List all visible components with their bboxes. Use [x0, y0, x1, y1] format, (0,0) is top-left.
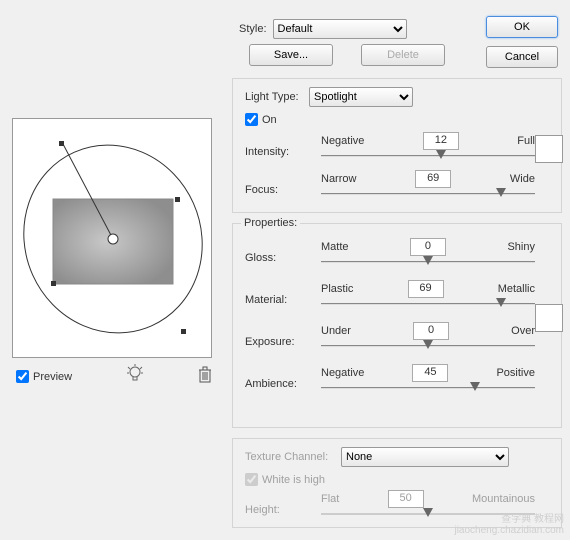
exposure-label: Exposure:	[245, 336, 309, 348]
light-type-label: Light Type:	[245, 91, 309, 103]
cancel-button[interactable]: Cancel	[486, 46, 558, 68]
preview-checkbox[interactable]: Preview	[16, 370, 72, 383]
intensity-slider[interactable]	[321, 152, 535, 160]
light-type-select[interactable]: Spotlight	[309, 87, 413, 107]
style-select[interactable]: Default	[273, 19, 407, 39]
texture-channel-label: Texture Channel:	[245, 451, 341, 463]
exposure-slider[interactable]	[321, 342, 535, 350]
gloss-slider[interactable]	[321, 258, 535, 266]
ok-button[interactable]: OK	[486, 16, 558, 38]
lightbulb-icon[interactable]	[126, 364, 144, 389]
ambience-label: Ambience:	[245, 378, 309, 390]
light-on-checkbox[interactable]: On	[245, 113, 551, 126]
height-label: Height:	[245, 504, 309, 516]
trash-icon[interactable]	[197, 366, 213, 387]
properties-header: Properties:	[241, 217, 300, 229]
delete-button[interactable]: Delete	[361, 44, 445, 66]
material-label: Material:	[245, 294, 309, 306]
ambience-color-swatch[interactable]	[535, 304, 563, 332]
slider-thumb[interactable]	[436, 150, 446, 159]
gloss-label: Gloss:	[245, 252, 309, 264]
material-value[interactable]: 69	[408, 280, 444, 298]
height-value: 50	[388, 490, 424, 508]
focus-slider[interactable]	[321, 190, 535, 198]
light-color-swatch[interactable]	[535, 135, 563, 163]
texture-channel-select[interactable]: None	[341, 447, 509, 467]
exposure-value[interactable]: 0	[413, 322, 449, 340]
preview-label: Preview	[33, 371, 72, 383]
watermark: 查字典 教程网 jiaocheng.chazidian.com	[454, 510, 564, 536]
gloss-value[interactable]: 0	[410, 238, 446, 256]
intensity-value[interactable]: 12	[423, 132, 459, 150]
style-label: Style:	[239, 23, 267, 35]
ambience-slider[interactable]	[321, 384, 535, 392]
ambience-value[interactable]: 45	[412, 364, 448, 382]
focus-value[interactable]: 69	[415, 170, 451, 188]
intensity-label: Intensity:	[245, 146, 309, 158]
white-is-high-checkbox: White is high	[245, 473, 551, 486]
slider-thumb[interactable]	[496, 188, 506, 197]
save-button[interactable]: Save...	[249, 44, 333, 66]
material-slider[interactable]	[321, 300, 535, 308]
focus-label: Focus:	[245, 184, 309, 196]
preview-canvas[interactable]	[12, 118, 212, 358]
